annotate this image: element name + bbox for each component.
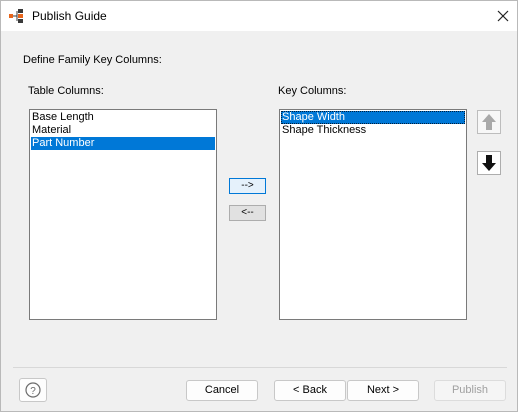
footer-separator — [13, 367, 507, 368]
table-column-item[interactable]: Material — [31, 124, 215, 137]
arrow-up-icon — [478, 114, 500, 136]
help-icon: ? — [20, 382, 46, 404]
arrow-down-icon — [478, 155, 500, 177]
family-table-icon — [9, 9, 25, 23]
move-down-button[interactable] — [477, 151, 501, 175]
close-button[interactable] — [489, 1, 517, 31]
key-column-item[interactable]: Shape Thickness — [281, 124, 465, 137]
table-columns-list[interactable]: Base Length Material Part Number — [29, 109, 217, 320]
table-column-item[interactable]: Part Number — [31, 137, 215, 150]
back-button[interactable]: < Back — [274, 380, 346, 401]
key-columns-label: Key Columns: — [278, 85, 347, 97]
close-icon — [489, 10, 517, 34]
next-button[interactable]: Next > — [347, 380, 419, 401]
cancel-button[interactable]: Cancel — [186, 380, 258, 401]
dialog-heading: Define Family Key Columns: — [23, 54, 162, 66]
key-column-item[interactable]: Shape Width — [281, 111, 465, 124]
title-bar: Publish Guide — [1, 1, 517, 31]
svg-text:?: ? — [30, 386, 36, 397]
move-up-button[interactable] — [477, 110, 501, 134]
table-column-item[interactable]: Base Length — [31, 111, 215, 124]
help-button[interactable]: ? — [19, 378, 47, 402]
publish-guide-dialog: Publish Guide Define Family Key Columns:… — [0, 0, 518, 412]
publish-button[interactable]: Publish — [434, 380, 506, 401]
table-columns-label: Table Columns: — [28, 85, 104, 97]
add-key-column-button[interactable]: --> — [229, 178, 266, 194]
window-title: Publish Guide — [32, 9, 107, 23]
remove-key-column-button[interactable]: <-- — [229, 205, 266, 221]
key-columns-list[interactable]: Shape Width Shape Thickness — [279, 109, 467, 320]
